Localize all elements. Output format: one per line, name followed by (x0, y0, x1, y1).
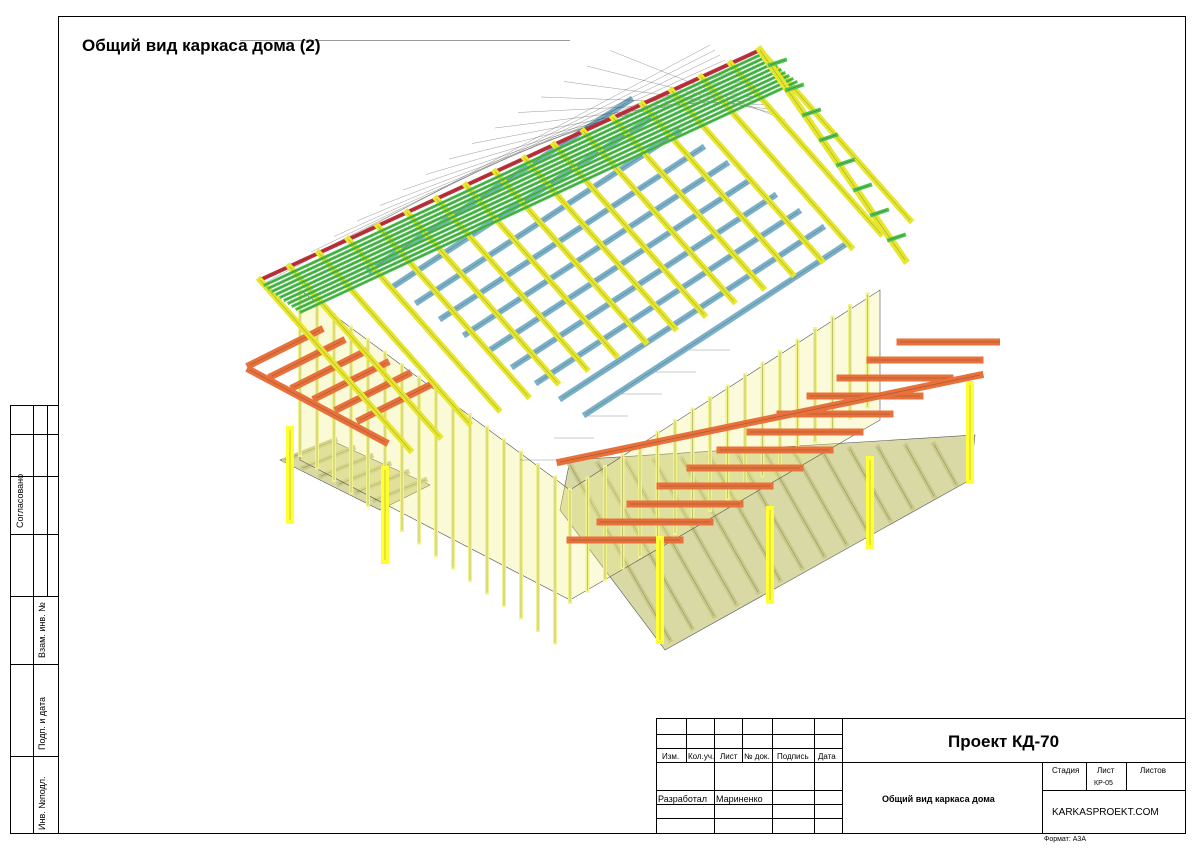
side-stamp-row (11, 534, 59, 535)
side-stamp-divider (33, 406, 34, 833)
title-block: Изм. Кол.уч. Лист № док. Подпись Дата Ра… (656, 718, 1186, 843)
tb-sheet-label: Лист (1097, 766, 1115, 775)
side-label-replace-inv: Взам. инв. № (37, 602, 47, 658)
tb-col-change: Изм. (662, 752, 680, 761)
tb-col-signature: Подпись (777, 752, 809, 761)
side-stamp-row (11, 664, 59, 665)
company-name: KARKASPROEKT.COM (1052, 807, 1159, 818)
side-stamp-row (11, 756, 59, 757)
format-label: Формат: А3А (1044, 836, 1086, 843)
side-label-inv-original: Инв. №подл. (37, 776, 47, 830)
tb-col-sheet: Лист (720, 752, 738, 761)
tb-col-doc: № док. (744, 752, 770, 761)
side-stamp-row (11, 596, 59, 597)
drawing-name: Общий вид каркаса дома (882, 794, 995, 804)
tb-sheets-label: Листов (1140, 766, 1166, 775)
tb-col-count: Кол.уч. (688, 752, 715, 761)
noop-edge (310, 54, 721, 253)
side-stamp: Согласовано Взам. инв. № Подп. и дата Ин… (10, 405, 59, 834)
side-label-agreed: Согласовано (15, 473, 25, 528)
tb-developed-label: Разработал (658, 794, 707, 804)
house-frame-illustration (240, 40, 1000, 651)
project-title: Проект КД-70 (948, 732, 1060, 751)
side-stamp-row (11, 434, 59, 435)
tb-sheet-number: КР-05 (1094, 780, 1113, 787)
tb-stage-label: Стадия (1052, 766, 1080, 775)
tb-col-date: Дата (818, 752, 836, 761)
tb-developer: Мариненко (716, 794, 763, 804)
side-label-sign-date: Подп. и дата (37, 696, 47, 750)
